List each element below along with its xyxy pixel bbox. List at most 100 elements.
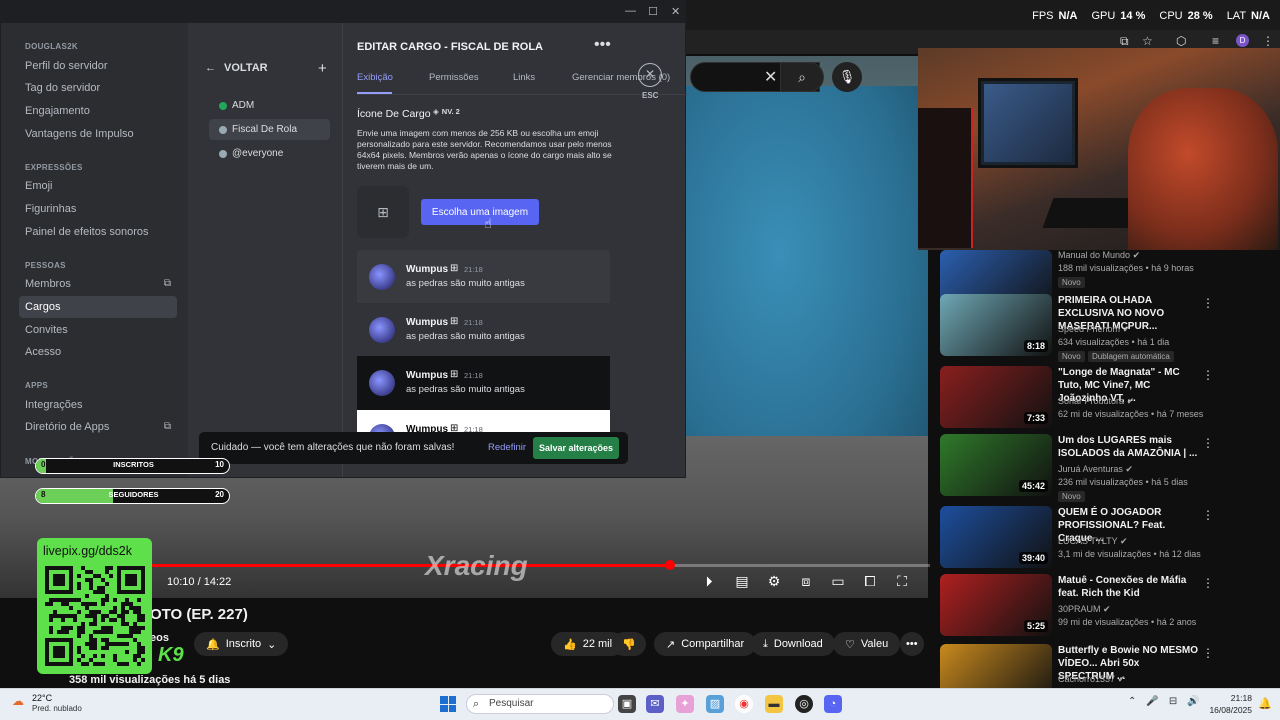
- close-settings-button[interactable]: ✕: [638, 63, 662, 87]
- channel-name-fragment[interactable]: eos: [150, 632, 169, 644]
- tab-permissions[interactable]: Permissões: [429, 72, 479, 83]
- star-icon[interactable]: ☆: [1142, 34, 1153, 48]
- settings-gear-icon[interactable]: ⚙: [765, 573, 783, 589]
- subtitles-icon[interactable]: ▤: [733, 573, 751, 589]
- video-thumbnail[interactable]: 7:33: [940, 366, 1052, 428]
- chrome-icon[interactable]: ◉: [735, 695, 753, 713]
- role-item[interactable]: ADM: [209, 95, 330, 116]
- kebab-menu-icon[interactable]: ⋮: [1202, 576, 1214, 590]
- channel-name[interactable]: 30PRAUM ✔: [1058, 604, 1111, 615]
- maximize-icon[interactable]: ☐: [648, 5, 658, 18]
- miniplayer-icon[interactable]: ⧈: [797, 573, 815, 589]
- extensions-icon[interactable]: ⬡: [1176, 34, 1186, 48]
- recommendation-item[interactable]: 8:18 PRIMEIRA OLHADA EXCLUSIVA NO NOVO MA…: [940, 294, 1270, 362]
- cast-video-icon[interactable]: ⧠: [861, 573, 879, 589]
- taskview-icon[interactable]: ▣: [618, 695, 636, 713]
- channel-name[interactable]: Speed Phenom ✔: [1058, 324, 1130, 335]
- sidebar-item-soundboard[interactable]: Painel de efeitos sonoros: [19, 221, 177, 243]
- video-progress-bar[interactable]: [150, 560, 930, 570]
- dislike-button[interactable]: 👎: [612, 632, 646, 656]
- thanks-button[interactable]: ♡ Valeu: [833, 632, 901, 656]
- auto-dub-badge: Dublagem automática: [1088, 351, 1174, 362]
- back-button[interactable]: ← VOLTAR: [205, 62, 268, 74]
- clear-search-icon[interactable]: ✕: [764, 67, 777, 87]
- video-title[interactable]: Um dos LUGARES mais ISOLADOS da AMAZÔNIA…: [1058, 434, 1198, 460]
- sidebar-item-engagement[interactable]: Engajamento: [19, 100, 177, 122]
- recommendation-item[interactable]: 39:40 QUEM É O JOGADOR PROFISSIONAL? Feat…: [940, 506, 1270, 570]
- video-title[interactable]: Matuê - Conexões de Máfia feat. Rich the…: [1058, 574, 1198, 600]
- search-icon[interactable]: ⌕: [780, 62, 824, 92]
- recommendation-item[interactable]: 7:33 "Longe de Magnata" - MC Tuto, MC Vin…: [940, 366, 1270, 430]
- video-thumbnail[interactable]: 45:42: [940, 434, 1052, 496]
- taskbar-clock[interactable]: 21:18 16/08/2025: [1208, 692, 1252, 716]
- network-icon[interactable]: ⊟: [1169, 696, 1177, 707]
- sidebar-item-members[interactable]: Membros ⧉: [19, 273, 177, 295]
- download-button[interactable]: ⤓ Download: [751, 632, 835, 656]
- video-thumbnail[interactable]: 39:40: [940, 506, 1052, 568]
- volume-icon[interactable]: 🔊: [1187, 696, 1199, 707]
- fullscreen-icon[interactable]: ⛶: [893, 573, 911, 589]
- copilot-icon[interactable]: ✦: [676, 695, 694, 713]
- cast-icon[interactable]: ⧉: [1120, 34, 1129, 49]
- kebab-menu-icon[interactable]: ⋮: [1202, 296, 1214, 310]
- windows-start-icon[interactable]: [440, 696, 456, 712]
- video-thumbnail[interactable]: 8:18: [940, 294, 1052, 356]
- autoplay-toggle-icon[interactable]: ⏵: [700, 573, 718, 589]
- recommendation-item[interactable]: 45:42 Um dos LUGARES mais ISOLADOS da AMA…: [940, 434, 1270, 502]
- channel-name[interactable]: Cachorro1337 ✔: [1058, 674, 1125, 685]
- preview-message: as pedras são muito antigas: [406, 331, 525, 342]
- teams-icon[interactable]: ✉: [646, 695, 664, 713]
- file-explorer-icon[interactable]: ▬: [765, 695, 783, 713]
- role-icon-upload-placeholder[interactable]: ⊞: [357, 186, 409, 238]
- playlist-icon[interactable]: ≡: [1212, 34, 1219, 48]
- profile-avatar[interactable]: D: [1236, 34, 1249, 47]
- menu-icon[interactable]: ⋮: [1262, 34, 1274, 48]
- close-window-icon[interactable]: ✕: [671, 5, 680, 18]
- sidebar-item-roles[interactable]: Cargos: [19, 296, 177, 318]
- channel-name[interactable]: Sonar Produtora ✔: [1058, 396, 1134, 407]
- video-thumbnail[interactable]: 5:25: [940, 574, 1052, 636]
- channel-name[interactable]: Manual do Mundo ✔: [1058, 250, 1140, 261]
- channel-name[interactable]: Juruá Aventuras ✔: [1058, 464, 1133, 475]
- add-role-button[interactable]: +: [318, 60, 327, 77]
- tab-links[interactable]: Links: [513, 72, 535, 83]
- role-icon-description: Envie uma imagem com menos de 256 KB ou …: [357, 128, 612, 171]
- obs-icon[interactable]: ◎: [795, 695, 813, 713]
- more-actions-button[interactable]: •••: [900, 632, 924, 656]
- preview-message: as pedras são muito antigas: [406, 278, 525, 289]
- mic-icon[interactable]: 🎙: [832, 62, 862, 92]
- sidebar-item-stickers[interactable]: Figurinhas: [19, 198, 177, 220]
- theater-mode-icon[interactable]: ▭: [829, 573, 847, 589]
- notifications-icon[interactable]: 🔔: [1258, 697, 1272, 710]
- reset-button[interactable]: Redefinir: [488, 442, 526, 453]
- kebab-menu-icon[interactable]: ⋮: [1202, 436, 1214, 450]
- discord-taskbar-icon[interactable]: ◔: [824, 695, 842, 713]
- choose-image-button[interactable]: Escolha uma imagem: [421, 199, 539, 225]
- sidebar-item-server-profile[interactable]: Perfil do servidor: [19, 55, 177, 77]
- sidebar-item-app-directory[interactable]: Diretório de Apps ⧉: [19, 416, 177, 438]
- taskbar-search-input[interactable]: ⌕ Pesquisar: [466, 694, 614, 714]
- subscribe-button[interactable]: 🔔 Inscrito ⌄: [194, 632, 289, 656]
- sidebar-item-integrations[interactable]: Integrações: [19, 394, 177, 416]
- chevron-up-icon[interactable]: ⌃: [1128, 696, 1136, 707]
- role-item[interactable]: Fiscal De Rola: [209, 119, 330, 140]
- close-icon: ✕: [644, 67, 656, 81]
- save-changes-button[interactable]: Salvar alterações: [533, 437, 619, 459]
- role-item[interactable]: @everyone: [209, 143, 330, 164]
- photos-icon[interactable]: ▨: [706, 695, 724, 713]
- minimize-icon[interactable]: —: [625, 5, 636, 17]
- recommendation-item[interactable]: 5:25 Matuê - Conexões de Máfia feat. Rich…: [940, 574, 1270, 638]
- more-options-icon[interactable]: •••: [594, 36, 611, 54]
- sidebar-item-access[interactable]: Acesso: [19, 341, 177, 363]
- sidebar-item-boost-perks[interactable]: Vantagens de Impulso: [19, 123, 177, 145]
- sidebar-item-server-tag[interactable]: Tag do servidor: [19, 77, 177, 99]
- mic-tray-icon[interactable]: 🎤: [1146, 696, 1158, 707]
- share-button[interactable]: ↗ Compartilhar: [654, 632, 757, 656]
- tab-display[interactable]: Exibição: [357, 72, 393, 83]
- channel-name[interactable]: LUCAS TYLTY ✔: [1058, 536, 1128, 547]
- kebab-menu-icon[interactable]: ⋮: [1202, 508, 1214, 522]
- kebab-menu-icon[interactable]: ⋮: [1202, 646, 1214, 660]
- sidebar-item-emoji[interactable]: Emoji: [19, 175, 177, 197]
- kebab-menu-icon[interactable]: ⋮: [1202, 368, 1214, 382]
- sidebar-item-invites[interactable]: Convites: [19, 319, 177, 341]
